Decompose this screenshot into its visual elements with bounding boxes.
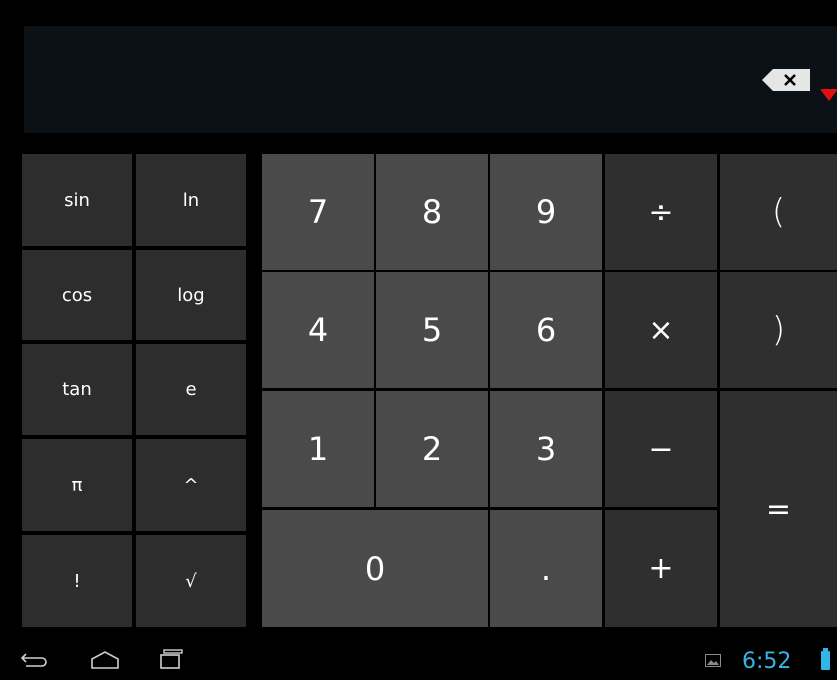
ln-button[interactable]: ln [136,154,246,246]
power-button[interactable]: ^ [136,439,246,531]
open-paren-button[interactable]: ( [720,154,837,270]
factorial-button[interactable]: ! [22,535,132,627]
digit-4-button[interactable]: 4 [262,272,374,388]
tan-button[interactable]: tan [22,344,132,435]
minus-button[interactable]: − [605,391,717,507]
cos-button[interactable]: cos [22,250,132,340]
equals-button[interactable]: = [720,391,837,627]
digit-3-button[interactable]: 3 [490,391,602,507]
plus-button[interactable]: + [605,510,717,627]
backspace-icon[interactable] [762,69,812,91]
sin-button[interactable]: sin [22,154,132,246]
log-button[interactable]: log [136,250,246,340]
digit-1-button[interactable]: 1 [262,391,374,507]
back-icon[interactable] [20,650,48,670]
home-icon[interactable] [89,650,121,670]
close-paren-button[interactable]: ) [720,272,837,388]
status-clock: 6:52 [742,649,792,674]
digit-8-button[interactable]: 8 [376,154,488,270]
pi-button[interactable]: π [22,439,132,531]
sqrt-button[interactable]: √ [136,535,246,627]
digit-5-button[interactable]: 5 [376,272,488,388]
multiply-button[interactable]: × [605,272,717,388]
digit-9-button[interactable]: 9 [490,154,602,270]
decimal-point-button[interactable]: . [490,510,602,627]
digit-7-button[interactable]: 7 [262,154,374,270]
calculator-display[interactable] [24,26,837,133]
overflow-caret-icon [820,89,837,101]
digit-0-button[interactable]: 0 [262,510,488,627]
battery-icon [821,651,830,670]
digit-2-button[interactable]: 2 [376,391,488,507]
divide-button[interactable]: ÷ [605,154,717,270]
digit-6-button[interactable]: 6 [490,272,602,388]
recent-apps-icon[interactable] [158,648,186,670]
e-button[interactable]: e [136,344,246,435]
gallery-icon [705,654,721,667]
